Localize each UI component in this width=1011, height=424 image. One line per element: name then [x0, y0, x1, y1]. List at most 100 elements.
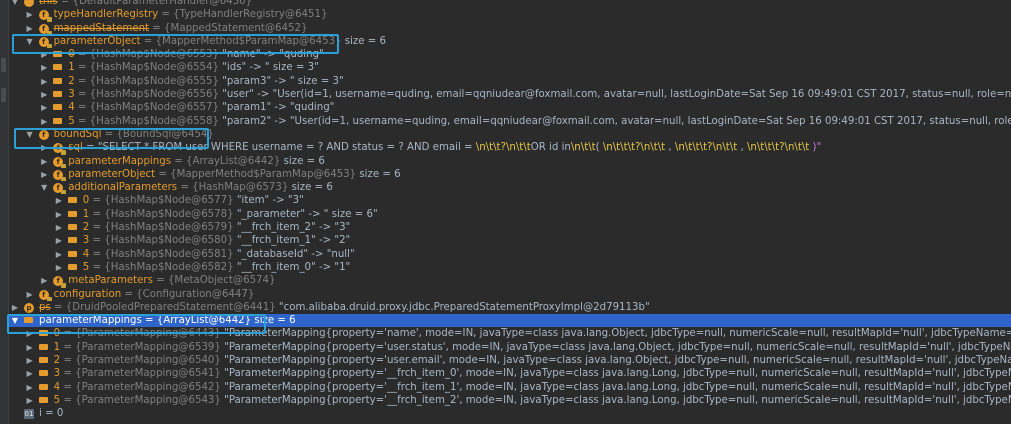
tree-row-1[interactable]: ▶ 1 = {HashMap$Node@6554} "ids" -> " size… [8, 61, 1011, 74]
expand-right-icon[interactable]: ▶ [39, 168, 49, 181]
expand-right-icon[interactable]: ▶ [39, 141, 49, 154]
expand-right-icon[interactable]: ▶ [25, 327, 35, 340]
expand-right-icon[interactable]: ▶ [25, 8, 35, 21]
expand-right-icon[interactable]: ▶ [39, 115, 49, 128]
tree-row-text: 5 = {HashMap$Node@6558} "param2" -> "Use… [68, 115, 1011, 128]
variable-type: = {HashMap$Node@6578} [89, 208, 234, 220]
tree-row-this[interactable]: ▼ this = {DefaultParameterHandler@6436} [8, 0, 1011, 8]
tree-row-parametermappings[interactable]: ▼ parameterMappings = {ArrayList@6442} si… [8, 314, 1011, 328]
tree-row-text: 5 = {HashMap$Node@6582} "__frch_item_0" … [83, 261, 350, 274]
expand-down-icon[interactable]: ▼ [25, 35, 35, 48]
tree-row-3[interactable]: ▶ 3 = {HashMap$Node@6580} "__frch_item_1"… [8, 234, 1011, 247]
tree-row-2[interactable]: ▶ 2 = {HashMap$Node@6579} "__frch_item_2"… [8, 221, 1011, 234]
tree-row-0[interactable]: ▶ 0 = {HashMap$Node@6553} "name" -> "qudi… [8, 48, 1011, 61]
sql-fragment: , [737, 142, 747, 154]
expand-right-icon[interactable]: ▶ [25, 381, 35, 394]
tree-row-1[interactable]: ▶ 1 = {ParameterMapping@6539} "ParameterM… [8, 341, 1011, 354]
tree-row-parametermappings[interactable]: ▶ f parameterMappings = {ArrayList@6442} s… [8, 155, 1011, 168]
expand-right-icon[interactable]: ▶ [39, 274, 49, 287]
variable-type: = {HashMap$Node@6582} [89, 261, 234, 273]
tree-row-5[interactable]: ▶ 5 = {HashMap$Node@6558} "param2" -> "Us… [8, 115, 1011, 128]
expand-down-icon[interactable]: ▼ [10, 0, 20, 8]
variable-name: configuration [53, 288, 122, 300]
tree-row-additionalparameters[interactable]: ▼ f additionalParameters = {HashMap@6573} … [8, 181, 1011, 195]
tree-row-text: parameterObject = {MapperMethod$ParamMap… [54, 35, 386, 48]
expand-right-icon[interactable]: ▶ [54, 248, 64, 261]
list-entry-icon [38, 343, 48, 350]
tree-row-3[interactable]: ▶ 3 = {ParameterMapping@6541} "ParameterM… [8, 367, 1011, 380]
list-entry-icon [38, 383, 48, 390]
tree-row-parameterobject[interactable]: ▼ f parameterObject = {MapperMethod$ParamM… [8, 35, 1011, 49]
expand-right-icon[interactable]: ▶ [25, 354, 35, 367]
expand-right-icon[interactable]: ▶ [39, 61, 49, 74]
tree-row-configuration[interactable]: ▶ f configuration = {Configuration@6447} [8, 288, 1011, 301]
tree-row-ps[interactable]: ▶ p ps = {DruidPooledPreparedStatement@644… [8, 301, 1011, 314]
tree-row-text: 0 = {ParameterMapping@6443} "ParameterMa… [54, 327, 1011, 340]
list-entry-icon [53, 64, 63, 71]
tree-row-text: parameterMappings = {ArrayList@6442} siz… [68, 155, 325, 168]
expand-right-icon[interactable]: ▶ [54, 234, 64, 247]
variable-name: additionalParameters [68, 182, 178, 194]
tree-row-text: ps = {DruidPooledPreparedStatement@6441}… [39, 301, 650, 314]
tree-row-metaparameters[interactable]: ▶ f metaParameters = {MetaObject@6574} [8, 274, 1011, 288]
tree-row-3[interactable]: ▶ 3 = {HashMap$Node@6556} "user" -> "User… [8, 88, 1011, 101]
tree-row-2[interactable]: ▶ 2 = {HashMap$Node@6555} "param3" -> " s… [8, 75, 1011, 88]
expand-right-icon[interactable]: ▶ [25, 367, 35, 380]
variable-type: = {Configuration@6447} [121, 288, 255, 300]
tree-row-text: metaParameters = {MetaObject@6574} [68, 274, 275, 287]
tree-row-4[interactable]: ▶ 4 = {HashMap$Node@6581} "_databaseId" -… [8, 248, 1011, 261]
expand-right-icon[interactable]: ▶ [39, 101, 49, 114]
expand-right-icon[interactable]: ▶ [39, 88, 49, 101]
tree-row-4[interactable]: ▶ 4 = {HashMap$Node@6557} "param1" -> "qu… [8, 101, 1011, 114]
tree-row-sql[interactable]: ▶ f sql = "SELECT * FROM user WHERE userna… [8, 141, 1011, 155]
expand-right-icon[interactable]: ▶ [25, 341, 35, 354]
variable-type: = {HashMap$Node@6554} [74, 62, 219, 74]
variable-type: = {ParameterMapping@6543} [60, 394, 221, 406]
locked-field-icon: f [38, 289, 52, 301]
tree-row-0[interactable]: ▶ 0 = {HashMap$Node@6577} "item" -> "3" [8, 194, 1011, 207]
tree-row-text: boundSql = {BoundSql@6454} [54, 128, 214, 141]
tree-row-typehandlerregistry[interactable]: ▶ f typeHandlerRegistry = {TypeHandlerRegi… [8, 8, 1011, 22]
expand-right-icon[interactable]: ▶ [39, 75, 49, 88]
expand-right-icon[interactable]: ▶ [54, 208, 64, 221]
expand-down-icon[interactable]: ▼ [10, 314, 20, 327]
variable-value: "__frch_item_0" -> "1" [233, 261, 351, 273]
expand-right-icon[interactable]: ▶ [54, 194, 64, 207]
expand-down-icon[interactable]: ▼ [39, 181, 49, 194]
expand-right-icon[interactable]: ▶ [54, 221, 64, 234]
field-icon: p [24, 302, 34, 313]
expand-right-icon[interactable]: ▶ [10, 301, 20, 314]
tree-row-mappedstatement[interactable]: ▶ f mappedStatement = {MappedStatement@645… [8, 22, 1011, 35]
expand-right-icon[interactable]: ▶ [39, 48, 49, 61]
expand-right-icon[interactable]: ▶ [25, 22, 35, 35]
tree-row-text: 3 = {ParameterMapping@6541} "ParameterMa… [54, 367, 1011, 380]
list-entry-icon [38, 357, 48, 364]
list-entry-icon [38, 396, 48, 403]
tree-row-parameterobject[interactable]: ▶ f parameterObject = {MapperMethod$ParamM… [8, 168, 1011, 182]
expand-right-icon[interactable]: ▶ [25, 288, 35, 301]
tree-row-5[interactable]: ▶ 5 = {HashMap$Node@6582} "__frch_item_0"… [8, 261, 1011, 274]
debugger-variables-tree[interactable]: ▼ this = {DefaultParameterHandler@6436} ▶ f… [8, 0, 1011, 421]
list-entry-icon [67, 250, 77, 257]
variable-value: "ParameterMapping{property='name', mode=… [224, 328, 1011, 340]
tree-row-text: parameterMappings = {ArrayList@6442} siz… [39, 314, 296, 327]
variable-name: metaParameters [68, 275, 153, 287]
variable-type: = {HashMap$Node@6580} [89, 235, 234, 247]
tree-row-2[interactable]: ▶ 2 = {ParameterMapping@6540} "ParameterM… [8, 354, 1011, 367]
tree-row-i[interactable]: 01 i = 0 [8, 407, 1011, 420]
expand-right-icon[interactable]: ▶ [54, 261, 64, 274]
locked-field-icon: f [53, 276, 67, 288]
expand-right-icon[interactable]: ▶ [39, 155, 49, 168]
variable-type: = {HashMap$Node@6579} [89, 222, 234, 234]
tree-row-5[interactable]: ▶ 5 = {ParameterMapping@6543} "ParameterM… [8, 394, 1011, 407]
expand-down-icon[interactable]: ▼ [25, 128, 35, 141]
tree-row-boundsql[interactable]: ▼ f boundSql = {BoundSql@6454} [8, 128, 1011, 141]
sql-fragment: ( [595, 142, 603, 154]
variable-value: "ids" -> " size = 3" [219, 62, 319, 74]
tree-row-4[interactable]: ▶ 4 = {ParameterMapping@6542} "ParameterM… [8, 381, 1011, 394]
variable-type: = {ParameterMapping@6539} [60, 341, 221, 353]
tree-row-0[interactable]: ▶ 0 = {ParameterMapping@6443} "ParameterM… [8, 327, 1011, 340]
expand-right-icon[interactable]: ▶ [25, 394, 35, 407]
tree-row-1[interactable]: ▶ 1 = {HashMap$Node@6578} "_parameter" ->… [8, 208, 1011, 221]
tree-row-text: this = {DefaultParameterHandler@6436} [39, 0, 252, 8]
